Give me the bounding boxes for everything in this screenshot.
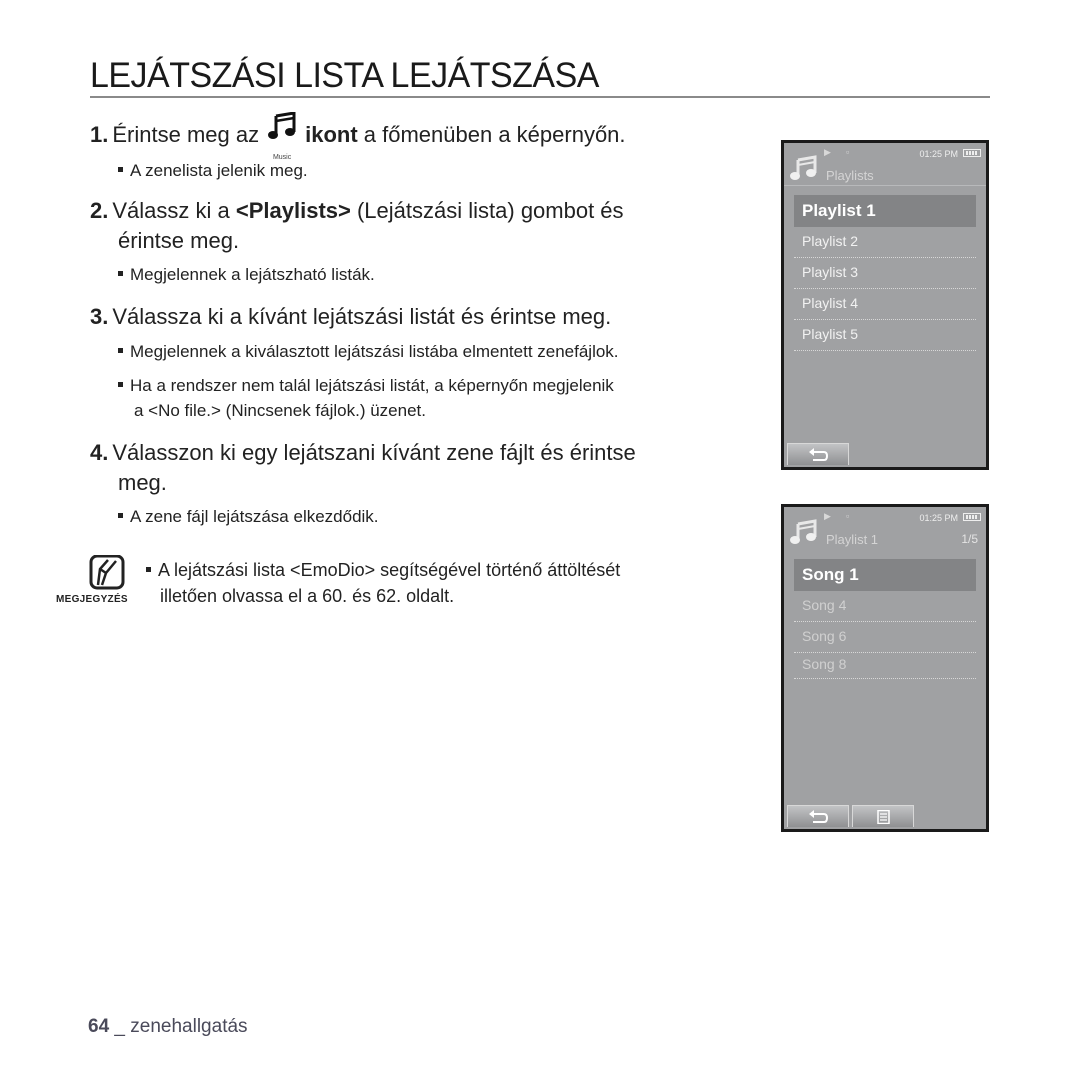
status-icons: ▶ ▫: [824, 147, 849, 158]
bullet-text: Megjelennek a kiválasztott lejátszási li…: [130, 342, 619, 361]
bullet-item: A zene fájl lejátszása elkezdődik.: [118, 505, 379, 529]
note-line: A lejátszási lista <EmoDio> segítségével…: [158, 560, 621, 580]
back-arrow-icon: [809, 809, 829, 823]
list-item[interactable]: Playlist 4: [794, 289, 976, 320]
title-divider: [90, 96, 990, 98]
bullet-item: Megjelennek a kiválasztott lejátszási li…: [118, 340, 619, 364]
bullet-text: Ha a rendszer nem talál lejátszási listá…: [130, 376, 614, 395]
item-counter: 1/5: [961, 532, 978, 546]
step-text-bold: ikont: [305, 121, 358, 147]
pencil-note-icon: [88, 554, 126, 591]
back-button[interactable]: [787, 805, 849, 827]
lock-icon: ▫: [845, 147, 850, 157]
step-text: (Lejátszási lista) gombot és: [356, 198, 624, 223]
status-time: 01:25 PM: [919, 513, 958, 523]
list-item[interactable]: Song 6: [794, 622, 976, 653]
menu-button[interactable]: [852, 805, 914, 827]
screen-title: Playlist 1: [826, 532, 879, 547]
page-footer: 64 _ zenehallgatás: [88, 1016, 248, 1038]
bullet-continuation: a <No file.> (Nincsenek fájlok.) üzenet.: [134, 401, 426, 420]
header-divider: [784, 185, 986, 186]
list-item[interactable]: Playlist 3: [794, 258, 976, 289]
bullet-text: Megjelennek a lejátszható listák.: [130, 265, 375, 284]
music-icon: Music: [265, 111, 299, 161]
list-item[interactable]: Playlist 5: [794, 320, 976, 351]
menu-list-icon: [877, 809, 890, 824]
bullet-item: A zenelista jelenik meg.: [118, 159, 308, 183]
bullet-text: A zenelista jelenik meg.: [130, 161, 308, 180]
section-name: zenehallgatás: [130, 1016, 248, 1037]
screen-title: Playlists: [826, 168, 874, 183]
step-number: 3.: [90, 304, 109, 329]
status-icons: ▶ ▫: [824, 511, 849, 522]
song-list: Song 1 Song 4 Song 6 Song 8: [794, 559, 976, 679]
device-screen-songs: ▶ ▫ 01:25 PM Playlist 1 1/5 Song 1 Song …: [781, 504, 989, 832]
playlist-list: Playlist 1 Playlist 2 Playlist 3 Playlis…: [794, 195, 976, 351]
battery-full-icon: [963, 513, 981, 521]
note-label: MEGJEGYZÉS: [56, 594, 128, 605]
bullet-text: A zene fájl lejátszása elkezdődik.: [130, 507, 379, 526]
step-text: a főmenüben a képernyőn.: [363, 121, 626, 147]
back-button[interactable]: [787, 443, 849, 465]
play-icon: ▶: [824, 511, 831, 521]
page-number: 64: [88, 1016, 110, 1037]
back-arrow-icon: [809, 447, 829, 461]
music-icon: [790, 155, 817, 180]
step-number: 2.: [90, 198, 109, 223]
play-icon: ▶: [824, 147, 831, 157]
step-number: 1.: [90, 121, 109, 147]
step-text: Válasszon ki egy lejátszani kívánt zene …: [112, 440, 636, 465]
bullet-item: Megjelennek a lejátszható listák.: [118, 263, 375, 287]
device-screen-playlists: ▶ ▫ 01:25 PM Playlists Playlist 1 Playli…: [781, 140, 989, 470]
step-2: 2. Válassz ki a <Playlists> (Lejátszási l…: [90, 196, 624, 226]
music-icon: [790, 519, 817, 544]
list-item[interactable]: Song 4: [794, 591, 976, 622]
step-text: Érintse meg az: [112, 121, 260, 147]
footer-separator: _: [114, 1016, 125, 1037]
bullet-item: Ha a rendszer nem talál lejátszási listá…: [118, 374, 614, 398]
list-item[interactable]: Song 8: [794, 653, 976, 679]
step-4: 4. Válasszon ki egy lejátszani kívánt zen…: [90, 438, 636, 468]
lock-icon: ▫: [845, 511, 850, 521]
step-4-line2: meg.: [118, 470, 167, 495]
list-item[interactable]: Playlist 2: [794, 227, 976, 258]
list-item-selected[interactable]: Playlist 1: [794, 195, 976, 227]
step-text-bold: <Playlists>: [235, 198, 351, 223]
step-text: Válassz ki a: [112, 198, 230, 223]
step-1: 1. Érintse meg az Music ikont a főmenüben a…: [90, 111, 626, 161]
status-time: 01:25 PM: [919, 149, 958, 159]
list-item-selected[interactable]: Song 1: [794, 559, 976, 591]
step-text: Válassza ki a kívánt lejátszási listát é…: [112, 304, 612, 329]
step-number: 4.: [90, 440, 109, 465]
note-text: A lejátszási lista <EmoDio> segítségével…: [146, 558, 620, 582]
page-title: LEJÁTSZÁSI LISTA LEJÁTSZÁSA: [90, 56, 599, 95]
battery-full-icon: [963, 149, 981, 157]
note-text-line2: illetően olvassa el a 60. és 62. oldalt.: [160, 586, 455, 606]
step-3: 3. Válassza ki a kívánt lejátszási listát…: [90, 302, 611, 332]
step-2-line2: érintse meg.: [118, 228, 240, 253]
